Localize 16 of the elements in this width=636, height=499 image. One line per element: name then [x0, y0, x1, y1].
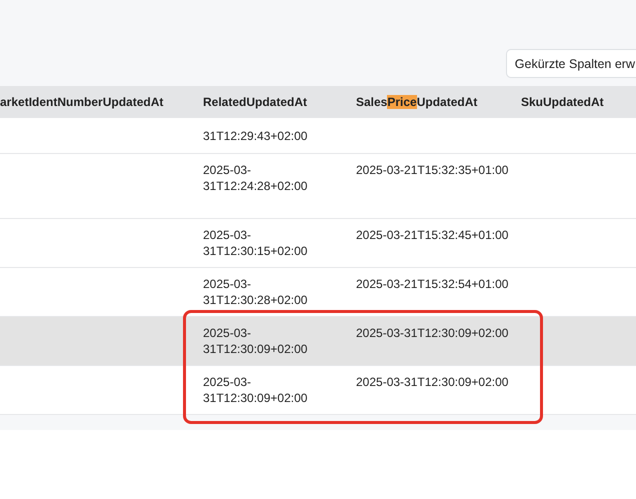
expand-columns-button[interactable]: Gekürzte Spalten erw [506, 49, 636, 78]
table-cell-text: 2025-03-21T15:32:45+01:00 [355, 227, 508, 243]
column-header[interactable]: SalesPriceUpdatedAt [341, 95, 478, 109]
table-cell-text: 2025-03-31T12:24:28+02:00 [202, 162, 308, 194]
table-cell-text: 2025-03-31T12:30:28+02:00 [202, 276, 308, 308]
table-cell-text: 2025-03-21T15:32:35+01:00 [355, 162, 508, 178]
table-cell-text: 2025-03-31T12:30:09+02:00 [355, 374, 508, 390]
table-cell-text: 31T12:29:43+02:00 [202, 128, 308, 144]
column-header[interactable]: RelatedUpdatedAt [188, 95, 308, 109]
table-cell-text: 2025-03-31T12:30:09+02:00 [202, 325, 308, 357]
table-cell-text: 2025-03-31T12:30:15+02:00 [202, 227, 308, 259]
table-cell-text: 2025-03-31T12:30:09+02:00 [202, 374, 308, 406]
column-header[interactable]: SkuUpdatedAt [506, 95, 604, 109]
table-cell-text: 2025-03-31T12:30:09+02:00 [355, 325, 508, 341]
table-cell-text: 2025-03-21T15:32:54+01:00 [355, 276, 508, 292]
column-header[interactable]: arketIdentNumberUpdatedAt [0, 95, 164, 109]
